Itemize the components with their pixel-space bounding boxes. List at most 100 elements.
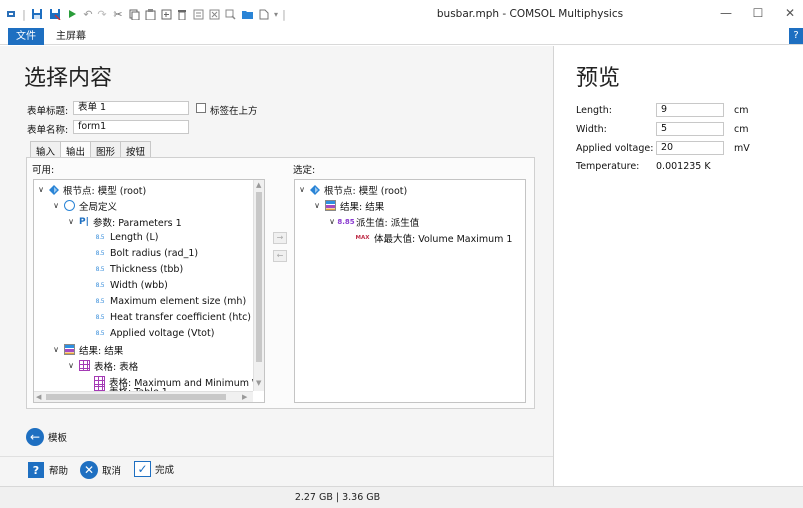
tab-file[interactable]: 文件 — [8, 28, 44, 45]
scroll-right-icon[interactable]: ▶ — [242, 393, 247, 401]
separator: | — [282, 7, 286, 21]
tab-buttons[interactable]: 按钮 — [120, 141, 152, 158]
cancel-button[interactable]: ✕ 取消 — [80, 461, 121, 479]
table-icon — [79, 360, 90, 371]
settings-icon[interactable] — [208, 7, 220, 21]
chevron-down-icon[interactable]: ∨ — [327, 217, 337, 226]
tab-graphics[interactable]: 图形 — [90, 141, 122, 158]
tab-home[interactable]: 主屏幕 — [48, 28, 94, 45]
parameter-value-icon: 8.5 — [95, 330, 105, 337]
open-folder-icon[interactable] — [240, 7, 254, 21]
length-unit: cm — [734, 105, 749, 116]
applied-voltage-unit: mV — [734, 143, 750, 154]
tree-node-label: Heat transfer coefficient (htc) — [110, 312, 252, 323]
volume-maximum-icon: MAX — [355, 234, 370, 241]
chevron-down-icon[interactable]: ▾ — [272, 7, 280, 21]
chevron-down-icon[interactable]: ∨ — [297, 185, 307, 194]
form-title-input[interactable]: 表单 1 — [73, 101, 189, 115]
maximize-button[interactable]: ☐ — [746, 4, 770, 22]
tree-node-global-definitions[interactable]: ∨ 全局定义 — [51, 198, 117, 213]
page-title: 选择内容 — [24, 66, 113, 91]
tree-node-label: 根节点: 模型 (root) — [63, 185, 147, 197]
tree-node-parameter[interactable]: 8.5 Heat transfer coefficient (htc) — [94, 310, 251, 325]
tree-node-label: 结果: 结果 — [79, 345, 124, 357]
undo-icon[interactable]: ↶ — [82, 7, 94, 21]
chevron-down-icon[interactable]: ∨ — [51, 345, 61, 354]
scroll-up-icon[interactable]: ▲ — [256, 181, 261, 189]
minimize-button[interactable]: — — [714, 4, 738, 22]
tree-node-parameter[interactable]: 8.5 Length (L) — [94, 230, 159, 245]
width-input[interactable]: 5 — [656, 122, 724, 136]
tree-node-parameter[interactable]: 8.5 Bolt radius (rad_1) — [94, 246, 198, 261]
copy-icon[interactable] — [128, 7, 140, 21]
tree-node-parameter[interactable]: 8.5 Width (wbb) — [94, 278, 168, 293]
title-bar: | ↶ ↷ ✂ ▾ | busbar.mph - COMSOL Multiphy… — [0, 0, 803, 28]
applied-voltage-input[interactable]: 20 — [656, 141, 724, 155]
chevron-down-icon[interactable]: ∨ — [36, 185, 46, 194]
window-title: busbar.mph - COMSOL Multiphysics — [436, 8, 624, 20]
compute-icon[interactable] — [192, 7, 204, 21]
available-tree-horizontal-scrollbar[interactable]: ◀ ▶ — [34, 391, 253, 402]
tree-node-label: 全局定义 — [79, 201, 118, 213]
close-button[interactable]: ✕ — [778, 4, 802, 22]
parameter-value-icon: 8.5 — [95, 282, 105, 289]
template-button[interactable]: ← 模板 — [26, 428, 67, 446]
tree-node-label: Width (wbb) — [110, 280, 168, 291]
redo-icon[interactable]: ↷ — [96, 7, 108, 21]
preview-label-width: Width: — [576, 124, 607, 135]
cancel-label: 取消 — [102, 466, 122, 477]
scrollbar-thumb[interactable] — [46, 394, 226, 400]
tree-node-label: Maximum element size (mh) — [110, 296, 247, 307]
tree-node-results[interactable]: ∨ 结果: 结果 — [312, 198, 384, 213]
tab-input[interactable]: 输入 — [30, 141, 62, 158]
delete-icon[interactable] — [176, 7, 188, 21]
save-icon[interactable] — [30, 7, 44, 21]
tree-node-parameter[interactable]: 8.5 Applied voltage (Vtot) — [94, 326, 215, 341]
help-button[interactable]: ? 帮助 — [28, 462, 68, 478]
help-icon[interactable]: ? — [789, 28, 803, 44]
duplicate-icon[interactable] — [160, 7, 172, 21]
paste-icon[interactable] — [144, 7, 156, 21]
selected-tree[interactable]: ∨ 根节点: 模型 (root) ∨ 结果: 结果 ∨ 8.85 派生值: 派生… — [294, 179, 526, 403]
tree-node-label: 结果: 结果 — [340, 201, 385, 213]
tree-node-derived-values[interactable]: ∨ 8.85 派生值: 派生值 — [327, 214, 419, 229]
tree-node-parameter[interactable]: 8.5 Maximum element size (mh) — [94, 294, 246, 309]
save-as-icon[interactable] — [48, 7, 62, 21]
move-right-button[interactable]: → — [273, 232, 287, 244]
chevron-down-icon[interactable]: ∨ — [66, 217, 76, 226]
preview-panel: 预览 Length: 9 cm Width: 5 cm Applied volt… — [554, 46, 803, 486]
tree-node-results[interactable]: ∨ 结果: 结果 — [51, 342, 123, 357]
tree-node-parameters[interactable]: ∨ P| 参数: Parameters 1 — [66, 214, 182, 229]
label-on-top-checkbox[interactable] — [196, 103, 206, 113]
tree-node-label: Thickness (tbb) — [110, 264, 184, 275]
app-icon[interactable] — [6, 7, 16, 21]
tree-node-volume-maximum[interactable]: MAX 体最大值: Volume Maximum 1 — [355, 230, 513, 245]
run-icon[interactable] — [66, 7, 78, 21]
scroll-left-icon[interactable]: ◀ — [36, 393, 41, 401]
length-input[interactable]: 9 — [656, 103, 724, 117]
results-icon — [64, 344, 75, 355]
tree-node-parameter[interactable]: 8.5 Thickness (tbb) — [94, 262, 184, 277]
available-tree-vertical-scrollbar[interactable]: ▲ ▼ — [253, 180, 264, 391]
new-file-icon[interactable] — [258, 7, 270, 21]
chevron-down-icon[interactable]: ∨ — [312, 201, 322, 210]
selected-label: 选定: — [293, 165, 316, 176]
preview-title: 预览 — [576, 66, 621, 91]
tree-node-tables[interactable]: ∨ 表格: 表格 — [66, 358, 138, 373]
chevron-down-icon[interactable]: ∨ — [66, 361, 76, 370]
zoom-icon[interactable] — [224, 7, 236, 21]
done-button[interactable]: ✓ 完成 — [134, 461, 174, 477]
available-tree[interactable]: ∨ 根节点: 模型 (root) ∨ 全局定义 ∨ P| 参数: Paramet… — [33, 179, 265, 403]
tree-node-root[interactable]: ∨ 根节点: 模型 (root) — [297, 182, 407, 197]
tree-node-label: Length (L) — [110, 232, 159, 243]
scroll-down-icon[interactable]: ▼ — [256, 379, 261, 387]
label-on-top-label: 标签在上方 — [210, 106, 258, 117]
scrollbar-thumb[interactable] — [256, 192, 262, 362]
chevron-down-icon[interactable]: ∨ — [51, 201, 61, 210]
cut-icon[interactable]: ✂ — [112, 7, 124, 21]
move-left-button[interactable]: ← — [273, 250, 287, 262]
form-tabs: 输入 输出 图形 按钮 — [30, 141, 152, 158]
tab-output[interactable]: 输出 — [60, 141, 92, 158]
form-name-input[interactable]: form1 — [73, 120, 189, 134]
tree-node-root[interactable]: ∨ 根节点: 模型 (root) — [36, 182, 146, 197]
